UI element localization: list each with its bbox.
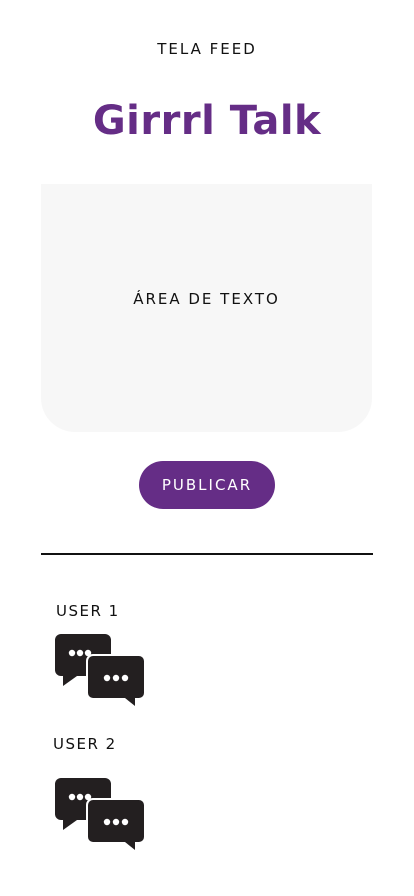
text-area-placeholder: ÁREA DE TEXTO	[133, 290, 280, 308]
publish-button[interactable]: PUBLICAR	[139, 461, 275, 509]
feed-user-label[interactable]: USER 1	[56, 602, 120, 620]
post-text-area[interactable]: ÁREA DE TEXTO	[41, 184, 372, 432]
chat-bubbles-icon[interactable]	[53, 776, 145, 854]
screen-title: TELA FEED	[157, 40, 257, 58]
app-title: Girrrl Talk	[92, 98, 322, 144]
chat-bubbles-icon[interactable]	[53, 632, 145, 710]
feed-user-label[interactable]: USER 2	[53, 735, 117, 753]
divider	[41, 553, 373, 555]
